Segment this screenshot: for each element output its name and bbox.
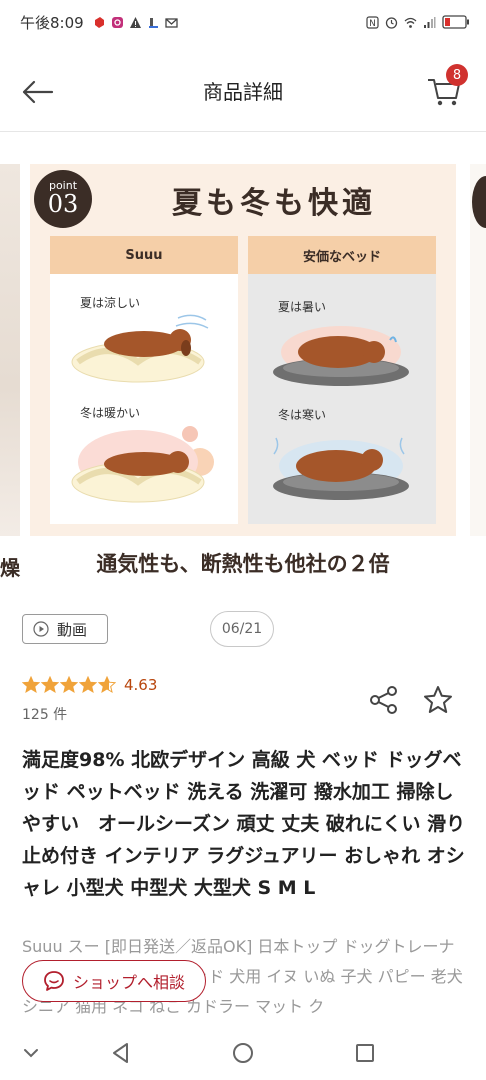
rating-star-icon bbox=[41, 676, 59, 694]
favorite-button[interactable] bbox=[422, 684, 454, 716]
rating-star-icon bbox=[60, 676, 78, 694]
signal-icon bbox=[424, 16, 436, 28]
dog-cold-on-cheap-bed-illustration bbox=[273, 437, 409, 500]
next-slide-peek[interactable] bbox=[470, 164, 486, 536]
status-time: 午後8:09 bbox=[20, 13, 84, 32]
cart-button[interactable]: 8 bbox=[424, 64, 468, 110]
status-right: N bbox=[366, 15, 470, 29]
slide-title: 夏も冬も快適 bbox=[172, 186, 376, 221]
star-outline-icon bbox=[424, 686, 452, 713]
shop-consult-label: ショップへ相談 bbox=[72, 973, 185, 992]
video-button[interactable]: 動画 bbox=[22, 614, 108, 644]
product-image-carousel[interactable]: 燥 point 03 夏も冬も快適 Suuu 夏は涼しい 冬は暖かい 安価なベッ… bbox=[0, 160, 486, 580]
panel-heading-suuu: Suuu bbox=[50, 236, 238, 274]
rating-star-icon bbox=[98, 676, 116, 694]
rating-star-icon bbox=[79, 676, 97, 694]
video-button-label: 動画 bbox=[57, 620, 88, 639]
nav-back-triangle-icon[interactable] bbox=[108, 1040, 134, 1066]
upload-icon bbox=[148, 17, 158, 28]
image-page-counter: 06/21 bbox=[210, 611, 274, 647]
previous-slide-text: 燥 bbox=[0, 556, 20, 580]
current-slide-image[interactable]: point 03 夏も冬も快適 Suuu 夏は涼しい 冬は暖かい 安価なベッド … bbox=[30, 164, 456, 536]
point-badge: point 03 bbox=[34, 170, 92, 228]
status-left: 午後8:09 bbox=[20, 12, 178, 33]
wifi-icon bbox=[404, 17, 417, 28]
comparison-panel-cheap-bed: 安価なベッド 夏は暑い 冬は寒い bbox=[248, 236, 436, 524]
page-title: 商品詳細 bbox=[203, 80, 283, 104]
nav-home-circle-icon[interactable] bbox=[230, 1040, 256, 1066]
nfc-icon: N bbox=[366, 15, 379, 29]
product-title: 満足度98% 北欧デザイン 高級 犬 ベッド ドッグベッド ペットベッド 洗える… bbox=[22, 749, 466, 899]
app-header: 商品詳細 8 bbox=[0, 52, 486, 132]
status-bar: 午後8:09 N bbox=[0, 0, 486, 44]
winter-label-cheap-bed: 冬は寒い bbox=[278, 408, 327, 422]
panel-heading-cheap-bed: 安価なベッド bbox=[248, 236, 436, 274]
chat-bubble-icon bbox=[44, 971, 64, 991]
nav-recents-square-icon[interactable] bbox=[352, 1040, 378, 1066]
shop-consult-button[interactable]: ショップへ相談 bbox=[22, 960, 206, 1002]
play-circle-icon bbox=[33, 621, 49, 637]
winter-label-suuu: 冬は暖かい bbox=[80, 406, 141, 420]
app-notification-icon bbox=[94, 16, 104, 28]
rating-star-icon bbox=[22, 676, 40, 694]
point-number: 03 bbox=[47, 190, 79, 218]
dog-hot-on-cheap-bed-illustration bbox=[273, 326, 409, 386]
battery-low-icon bbox=[442, 15, 469, 29]
slide-caption: 通気性も、断熱性も他社の２倍 bbox=[96, 552, 390, 576]
warning-icon bbox=[129, 16, 141, 28]
dog-on-cool-bed-illustration bbox=[71, 314, 209, 383]
next-slide-badge bbox=[472, 176, 486, 228]
comparison-panel-suuu: Suuu 夏は涼しい 冬は暖かい bbox=[50, 236, 238, 524]
mail-icon bbox=[165, 17, 178, 28]
alarm-icon bbox=[385, 16, 398, 29]
dog-on-warm-bed-illustration bbox=[71, 426, 214, 503]
chevron-down-icon[interactable] bbox=[18, 1040, 44, 1066]
svg-text:N: N bbox=[369, 19, 376, 29]
review-count[interactable]: 125 件 bbox=[22, 704, 67, 724]
rating-row[interactable]: 4.63 bbox=[22, 676, 157, 694]
rating-value: 4.63 bbox=[124, 676, 158, 694]
summer-label-cheap-bed: 夏は暑い bbox=[278, 300, 327, 314]
star-rating bbox=[22, 676, 116, 694]
share-icon bbox=[370, 686, 397, 714]
share-button[interactable] bbox=[368, 684, 400, 716]
system-navigation-bar bbox=[0, 1026, 486, 1080]
summer-label-suuu: 夏は涼しい bbox=[80, 296, 141, 310]
previous-slide-peek[interactable] bbox=[0, 164, 20, 536]
instagram-icon bbox=[111, 16, 123, 28]
cart-count-badge: 8 bbox=[446, 64, 468, 86]
